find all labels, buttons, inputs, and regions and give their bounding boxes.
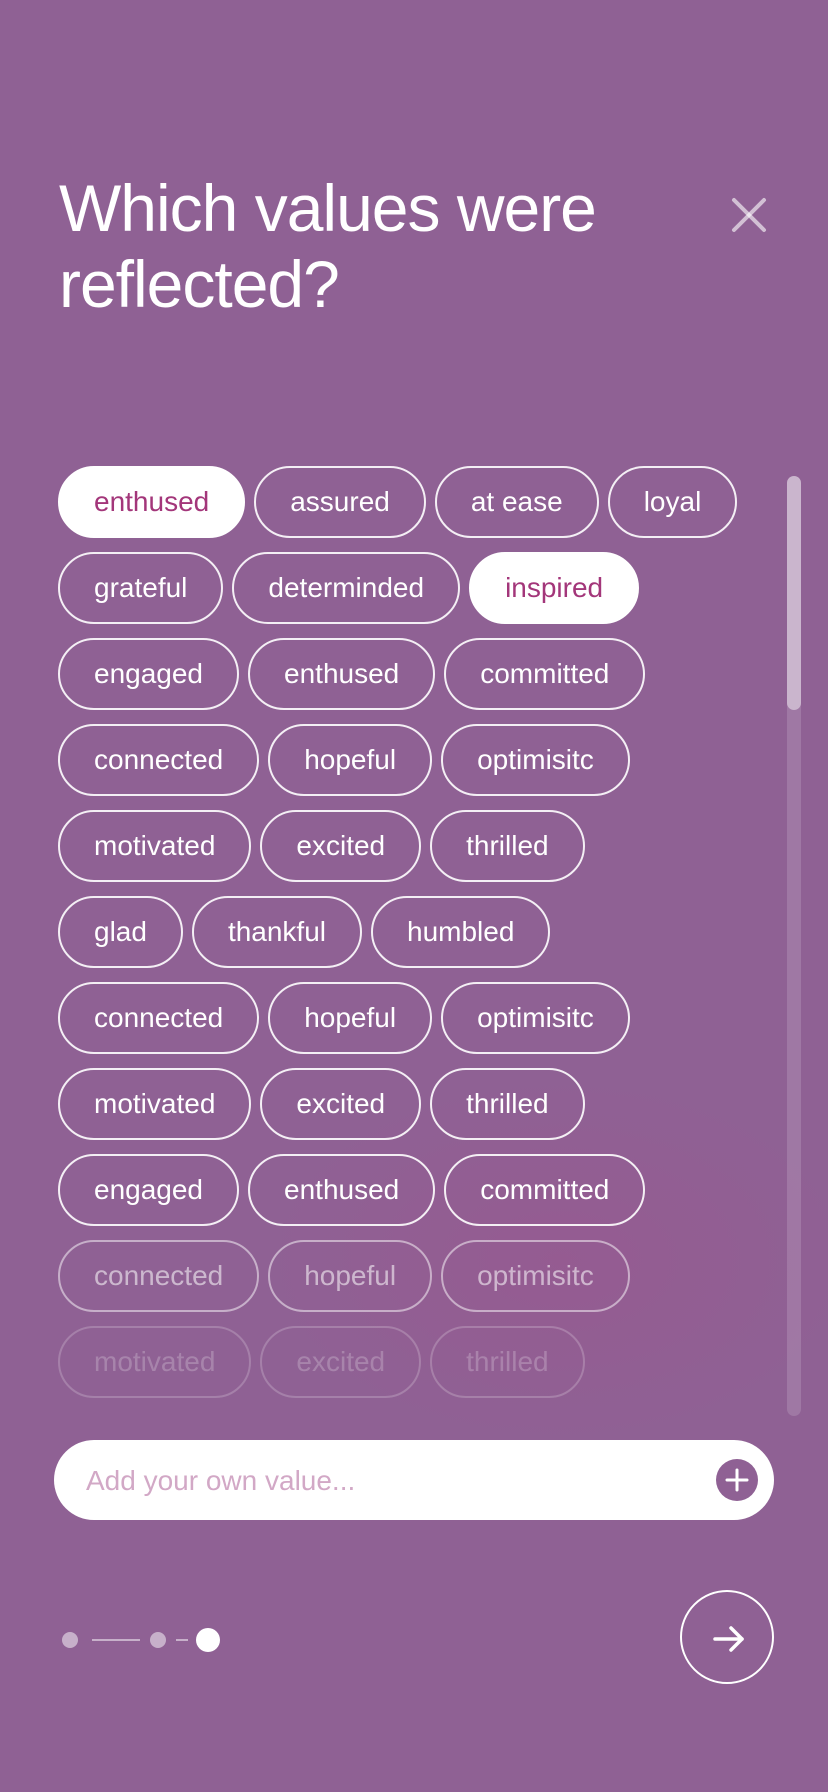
chip-row: connected hopeful optimisitc bbox=[58, 724, 788, 796]
value-chip-selected[interactable]: enthused bbox=[58, 466, 246, 538]
progress-step-1 bbox=[62, 1632, 78, 1648]
values-screen: Which values were reflected? enthused ass… bbox=[0, 0, 828, 1792]
value-chip[interactable]: grateful bbox=[58, 552, 224, 624]
value-chip[interactable]: enthused bbox=[248, 638, 436, 710]
value-chip[interactable]: optimisitc bbox=[441, 724, 630, 796]
value-chip[interactable]: excited bbox=[260, 1326, 422, 1398]
value-chip[interactable]: engaged bbox=[58, 638, 240, 710]
value-chip[interactable]: thrilled bbox=[430, 810, 585, 882]
value-chip[interactable]: excited bbox=[260, 1068, 422, 1140]
chip-row: motivated excited thrilled bbox=[58, 810, 788, 882]
close-button[interactable] bbox=[724, 190, 774, 240]
chip-row: engaged enthused committed bbox=[58, 1154, 788, 1226]
value-chip[interactable]: at ease bbox=[434, 466, 599, 538]
add-value-field bbox=[54, 1440, 774, 1522]
add-value-input[interactable] bbox=[84, 1440, 688, 1522]
scrollbar-thumb[interactable] bbox=[787, 476, 801, 710]
progress-connector bbox=[176, 1639, 188, 1641]
arrow-right-icon bbox=[713, 1626, 744, 1652]
value-chip[interactable]: thankful bbox=[191, 896, 363, 968]
next-button[interactable] bbox=[680, 1590, 774, 1684]
value-chip[interactable]: motivated bbox=[58, 810, 252, 882]
value-chip[interactable]: motivated bbox=[58, 1068, 252, 1140]
value-chip[interactable]: thrilled bbox=[430, 1326, 585, 1398]
value-chip[interactable]: determinded bbox=[232, 552, 461, 624]
value-chip[interactable]: thrilled bbox=[430, 1068, 585, 1140]
chip-row: engaged enthused committed bbox=[58, 638, 788, 710]
add-value-button[interactable] bbox=[716, 1459, 758, 1501]
value-chip[interactable]: optimisitc bbox=[441, 1240, 630, 1312]
progress-step-2 bbox=[150, 1632, 166, 1648]
value-chip[interactable]: hopeful bbox=[268, 724, 433, 796]
value-chip[interactable]: engaged bbox=[58, 1154, 240, 1226]
value-chip[interactable]: assured bbox=[254, 466, 426, 538]
close-icon bbox=[732, 198, 766, 232]
value-chip[interactable]: committed bbox=[444, 1154, 646, 1226]
chip-row: connected hopeful optimisitc bbox=[58, 1240, 788, 1312]
value-chip[interactable]: loyal bbox=[607, 466, 738, 538]
chip-row: glad thankful humbled bbox=[58, 896, 788, 968]
chip-row: motivated excited thrilled bbox=[58, 1068, 788, 1140]
value-chip[interactable]: connected bbox=[58, 1240, 260, 1312]
chip-row: enthused assured at ease loyal bbox=[58, 466, 788, 538]
value-chip[interactable]: motivated bbox=[58, 1326, 252, 1398]
value-chip[interactable]: committed bbox=[444, 638, 646, 710]
chip-row: connected hopeful optimisitc bbox=[58, 982, 788, 1054]
value-chip[interactable]: humbled bbox=[371, 896, 551, 968]
value-chip[interactable]: hopeful bbox=[268, 982, 433, 1054]
chip-row: motivated excited thrilled bbox=[58, 1326, 788, 1398]
value-chip-selected[interactable]: inspired bbox=[469, 552, 640, 624]
value-chip[interactable]: glad bbox=[58, 896, 183, 968]
progress-step-3 bbox=[196, 1628, 220, 1652]
page-title: Which values were reflected? bbox=[59, 171, 597, 321]
value-chip[interactable]: enthused bbox=[248, 1154, 436, 1226]
value-chip[interactable]: hopeful bbox=[268, 1240, 433, 1312]
value-chip[interactable]: connected bbox=[58, 982, 260, 1054]
value-chip[interactable]: connected bbox=[58, 724, 260, 796]
chip-row: grateful determinded inspired bbox=[58, 552, 788, 624]
scrollbar[interactable] bbox=[787, 476, 801, 1416]
progress-connector bbox=[92, 1639, 140, 1641]
plus-icon bbox=[725, 1468, 749, 1492]
value-chip[interactable]: optimisitc bbox=[441, 982, 630, 1054]
value-chip[interactable]: excited bbox=[260, 810, 422, 882]
value-chip-list: enthused assured at ease loyal grateful deter… bbox=[58, 466, 788, 1416]
